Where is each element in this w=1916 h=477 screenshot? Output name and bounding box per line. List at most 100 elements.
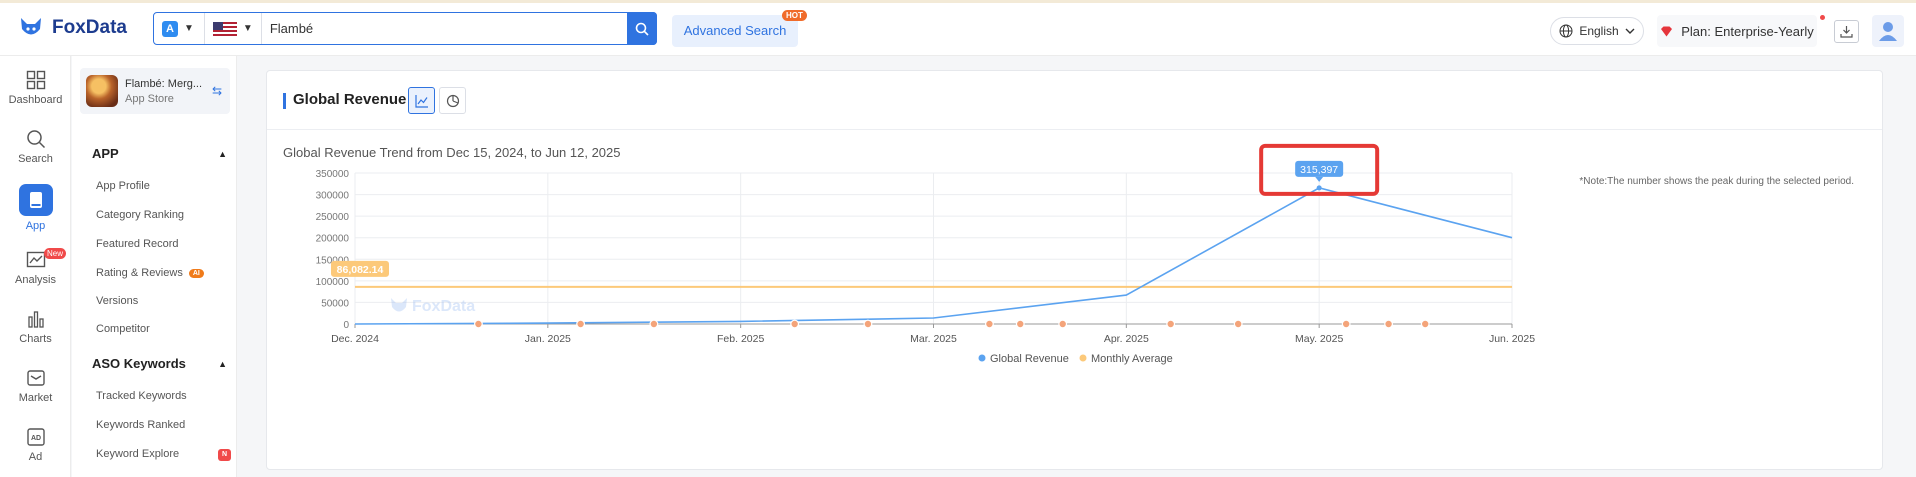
logo-text: FoxData: [52, 17, 127, 38]
subnav-rating-reviews[interactable]: Rating & Reviews AI: [96, 267, 204, 279]
search-icon: [635, 22, 649, 36]
nav-label: Search: [18, 153, 53, 165]
market-icon: [26, 370, 45, 386]
x-tick-label: Feb. 2025: [717, 333, 764, 345]
global-revenue-panel: Global Revenue Global Revenue Trend from…: [266, 70, 1883, 470]
store-selector[interactable]: A ▼: [154, 13, 205, 44]
peak-label: 315,397: [1300, 164, 1338, 176]
app-store-icon: A: [162, 20, 178, 37]
user-avatar[interactable]: [1872, 15, 1904, 47]
peak-point: [1316, 185, 1322, 191]
fox-logo-icon: [21, 18, 41, 35]
x-tick-label: May. 2025: [1295, 333, 1343, 345]
event-marker: [1015, 319, 1025, 329]
globe-icon: [1559, 24, 1573, 38]
subnav-featured-record[interactable]: Featured Record: [96, 238, 179, 250]
y-tick-label: 350000: [316, 169, 350, 180]
chevron-down-icon: ▼: [184, 23, 194, 34]
event-marker: [1166, 319, 1176, 329]
nav-search[interactable]: Search: [0, 129, 71, 165]
event-marker: [863, 319, 873, 329]
section-aso-keywords[interactable]: ASO Keywords ▲: [92, 356, 227, 371]
event-marker: [474, 319, 483, 329]
event-marker: [1058, 319, 1068, 329]
watermark: FoxData: [391, 298, 475, 315]
nav-app[interactable]: App: [0, 184, 71, 232]
chart-labels: 315,397 86,082.14: [331, 143, 1380, 277]
y-tick-label: 250000: [316, 212, 350, 223]
hot-badge: HOT: [782, 10, 807, 21]
nav-ad[interactable]: AD Ad: [0, 427, 71, 463]
legend-label-global-revenue: Global Revenue: [990, 353, 1069, 365]
top-bar: FoxData A ▼ ▼ Advanced Search HOT Englis…: [0, 0, 1916, 56]
chevron-up-icon: ▲: [218, 358, 227, 369]
watermark-text: FoxData: [412, 298, 475, 315]
advanced-search-button[interactable]: Advanced Search: [672, 15, 798, 47]
bar-chart-icon: [27, 311, 44, 328]
nav-charts[interactable]: Charts: [0, 309, 71, 345]
search-icon: [26, 130, 45, 149]
chevron-down-icon: [1625, 28, 1635, 34]
event-marker: [1341, 319, 1351, 329]
nav-label: Ad: [28, 451, 43, 463]
section-title: ASO Keywords: [92, 356, 186, 371]
plan-label: Plan: Enterprise-Yearly: [1681, 23, 1814, 39]
y-tick-label: 0: [343, 320, 349, 331]
event-marker: [790, 319, 800, 329]
chart-legend: Global Revenue Monthly Average: [978, 353, 1173, 365]
subnav-versions[interactable]: Versions: [96, 295, 138, 307]
subnav-keyword-explore[interactable]: Keyword Explore: [96, 448, 179, 460]
nav-label: Analysis: [15, 274, 56, 286]
average-label: 86,082.14: [337, 264, 384, 276]
subnav-competitor[interactable]: Competitor: [96, 323, 150, 335]
chevron-up-icon: ▲: [218, 148, 227, 159]
search-button[interactable]: [627, 12, 657, 45]
download-icon: [1840, 26, 1853, 38]
svg-text:AD: AD: [30, 435, 40, 442]
diamond-icon: [1661, 26, 1673, 36]
nav-label: Dashboard: [8, 94, 63, 106]
swap-icon[interactable]: ⇆: [212, 84, 222, 98]
us-flag-icon: [212, 21, 237, 36]
legend-swatch-global-revenue: [978, 354, 986, 362]
download-button[interactable]: [1834, 20, 1859, 43]
event-marker: [576, 319, 586, 329]
language-selector[interactable]: English: [1550, 17, 1644, 45]
subnav-category-ranking[interactable]: Category Ranking: [96, 209, 184, 221]
y-tick-label: 100000: [316, 277, 350, 288]
section-app[interactable]: APP ▲: [92, 146, 227, 161]
subnav-app-profile[interactable]: App Profile: [96, 180, 150, 192]
subnav-tracked-keywords[interactable]: Tracked Keywords: [96, 390, 187, 402]
y-tick-label: 50000: [321, 298, 349, 309]
notification-dot: [1820, 15, 1825, 20]
event-marker: [649, 319, 659, 329]
event-marker: [1384, 319, 1393, 329]
event-marker: [985, 319, 994, 329]
language-label: English: [1579, 24, 1619, 38]
nav-market[interactable]: Market: [0, 368, 71, 404]
x-tick-label: Dec. 2024: [331, 333, 379, 345]
x-tick-label: Mar. 2025: [910, 333, 957, 345]
nav-analysis[interactable]: New Analysis: [0, 248, 71, 286]
revenue-line-chart: 3500003000002500002000001500001000005000…: [316, 143, 1535, 365]
sub-nav: Flambé: Merg... App Store ⇆ APP ▲ App Pr…: [72, 56, 237, 477]
plan-button[interactable]: Plan: Enterprise-Yearly: [1657, 15, 1817, 47]
event-marker: [1233, 319, 1243, 329]
search-input[interactable]: [261, 13, 627, 44]
app-card[interactable]: Flambé: Merg... App Store ⇆: [80, 68, 230, 114]
subnav-label: Rating & Reviews: [96, 267, 183, 279]
subnav-keywords-ranked[interactable]: Keywords Ranked: [96, 419, 185, 431]
n-badge: N: [218, 449, 231, 461]
app-icon: [18, 184, 53, 216]
new-badge: New: [44, 248, 67, 259]
country-selector[interactable]: ▼: [205, 13, 262, 44]
x-tick-label: Jan. 2025: [525, 333, 571, 345]
search-bar: A ▼ ▼: [153, 12, 657, 45]
ad-icon: AD: [26, 428, 45, 446]
nav-label: Charts: [19, 333, 52, 345]
y-tick-label: 200000: [316, 234, 350, 245]
logo[interactable]: FoxData: [18, 15, 127, 41]
nav-dashboard[interactable]: Dashboard: [0, 70, 71, 106]
nav-label: App: [25, 220, 46, 232]
x-tick-label: Apr. 2025: [1104, 333, 1149, 345]
